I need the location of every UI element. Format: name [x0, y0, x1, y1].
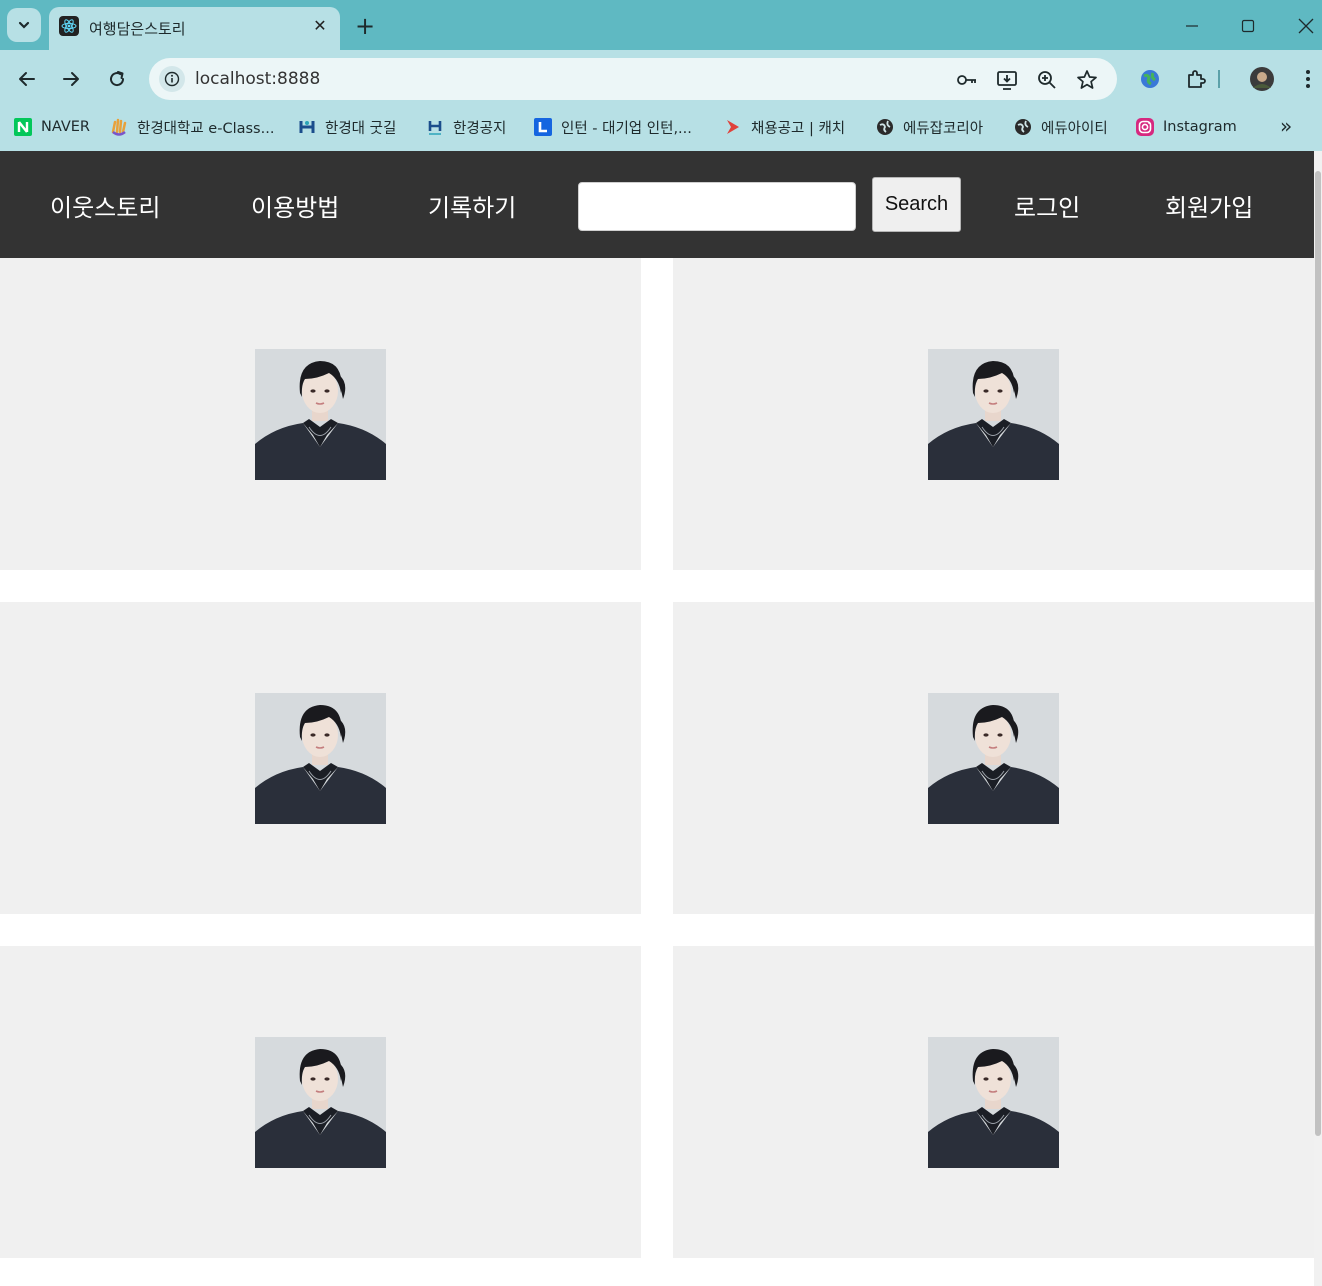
nav-record-link[interactable]: 기록하기: [428, 188, 516, 223]
linkareer-icon: [534, 118, 552, 136]
menu-kebab-icon[interactable]: [1295, 66, 1321, 92]
tab-close-icon[interactable]: ✕: [311, 16, 329, 35]
url-text: localhost:8888: [195, 69, 321, 89]
tab-search-button[interactable]: [7, 8, 41, 42]
extension-globe-icon[interactable]: [1137, 66, 1163, 92]
browser-toolbar: localhost:8888: [0, 50, 1322, 108]
profile-photo: [255, 1037, 386, 1168]
bookmark-notice[interactable]: 한경공지: [426, 116, 506, 138]
install-app-icon[interactable]: [995, 68, 1019, 92]
card[interactable]: [673, 946, 1314, 1258]
key-icon[interactable]: [955, 68, 979, 92]
profile-photo: [255, 693, 386, 824]
page-viewport: 이웃스토리 이용방법 기록하기 Search 로그인 회원가입: [0, 151, 1322, 1286]
react-icon: [59, 16, 79, 36]
nav-how-to-link[interactable]: 이용방법: [251, 188, 339, 223]
card[interactable]: [0, 946, 641, 1258]
back-arrow-icon[interactable]: [12, 64, 42, 94]
profile-photo: [255, 349, 386, 480]
hand-icon: [110, 118, 128, 136]
close-window-icon[interactable]: [1292, 12, 1320, 40]
bookmark-instagram[interactable]: Instagram: [1136, 116, 1237, 138]
bookmark-eclass[interactable]: 한경대학교 e-Class...: [110, 116, 274, 138]
profile-avatar[interactable]: [1249, 66, 1275, 92]
maximize-icon[interactable]: [1234, 12, 1262, 40]
bookmark-edujob[interactable]: 에듀잡코리아: [876, 116, 983, 138]
hk-logo-icon: [426, 118, 444, 136]
card[interactable]: [0, 258, 641, 570]
zoom-icon[interactable]: [1035, 68, 1059, 92]
new-tab-icon[interactable]: +: [352, 12, 378, 40]
reload-icon[interactable]: [102, 64, 132, 94]
tab-title: 여행담은스토리: [89, 20, 186, 38]
globe-icon: [1014, 118, 1032, 136]
forward-arrow-icon[interactable]: [56, 64, 86, 94]
hk-logo-icon: [298, 118, 316, 136]
card[interactable]: [673, 602, 1314, 914]
toolbar-divider: [1217, 66, 1221, 92]
bookmarks-bar: NAVER 한경대학교 e-Class... 한경대 굿길 한경공지 인턴 - …: [0, 108, 1322, 151]
site-info-icon[interactable]: [159, 66, 185, 92]
naver-icon: [14, 118, 32, 136]
nav-signup-link[interactable]: 회원가입: [1165, 188, 1253, 223]
bookmark-linkareer[interactable]: 인턴 - 대기업 인턴,...: [534, 116, 692, 138]
bookmark-catch[interactable]: 채용공고 | 캐치: [724, 116, 845, 138]
browser-titlebar: 여행담은스토리 ✕ +: [0, 0, 1322, 50]
catch-icon: [724, 118, 742, 136]
search-button[interactable]: Search: [872, 177, 961, 232]
page-scrollbar[interactable]: [1314, 151, 1322, 1286]
minimize-icon[interactable]: [1178, 12, 1206, 40]
search-input[interactable]: [578, 182, 856, 231]
extensions-puzzle-icon[interactable]: [1183, 66, 1209, 92]
bookmark-star-icon[interactable]: [1075, 68, 1099, 92]
browser-tab[interactable]: 여행담은스토리 ✕: [49, 7, 340, 50]
nav-brand-link[interactable]: 이웃스토리: [50, 188, 160, 223]
chevron-down-icon: [18, 21, 30, 29]
profile-photo: [928, 1037, 1059, 1168]
bookmarks-overflow-icon[interactable]: »: [1280, 114, 1292, 138]
bookmark-goodgil[interactable]: 한경대 굿길: [298, 116, 396, 138]
bookmark-eduit[interactable]: 에듀아이티: [1014, 116, 1108, 138]
nav-login-link[interactable]: 로그인: [1014, 188, 1080, 223]
address-bar[interactable]: localhost:8888: [149, 58, 1117, 100]
card[interactable]: [0, 602, 641, 914]
site-navbar: 이웃스토리 이용방법 기록하기 Search 로그인 회원가입: [0, 151, 1314, 258]
scrollbar-thumb[interactable]: [1315, 171, 1321, 1136]
profile-photo: [928, 693, 1059, 824]
bookmark-naver[interactable]: NAVER: [14, 116, 90, 138]
profile-photo: [928, 349, 1059, 480]
card[interactable]: [673, 258, 1314, 570]
globe-icon: [876, 118, 894, 136]
instagram-icon: [1136, 118, 1154, 136]
